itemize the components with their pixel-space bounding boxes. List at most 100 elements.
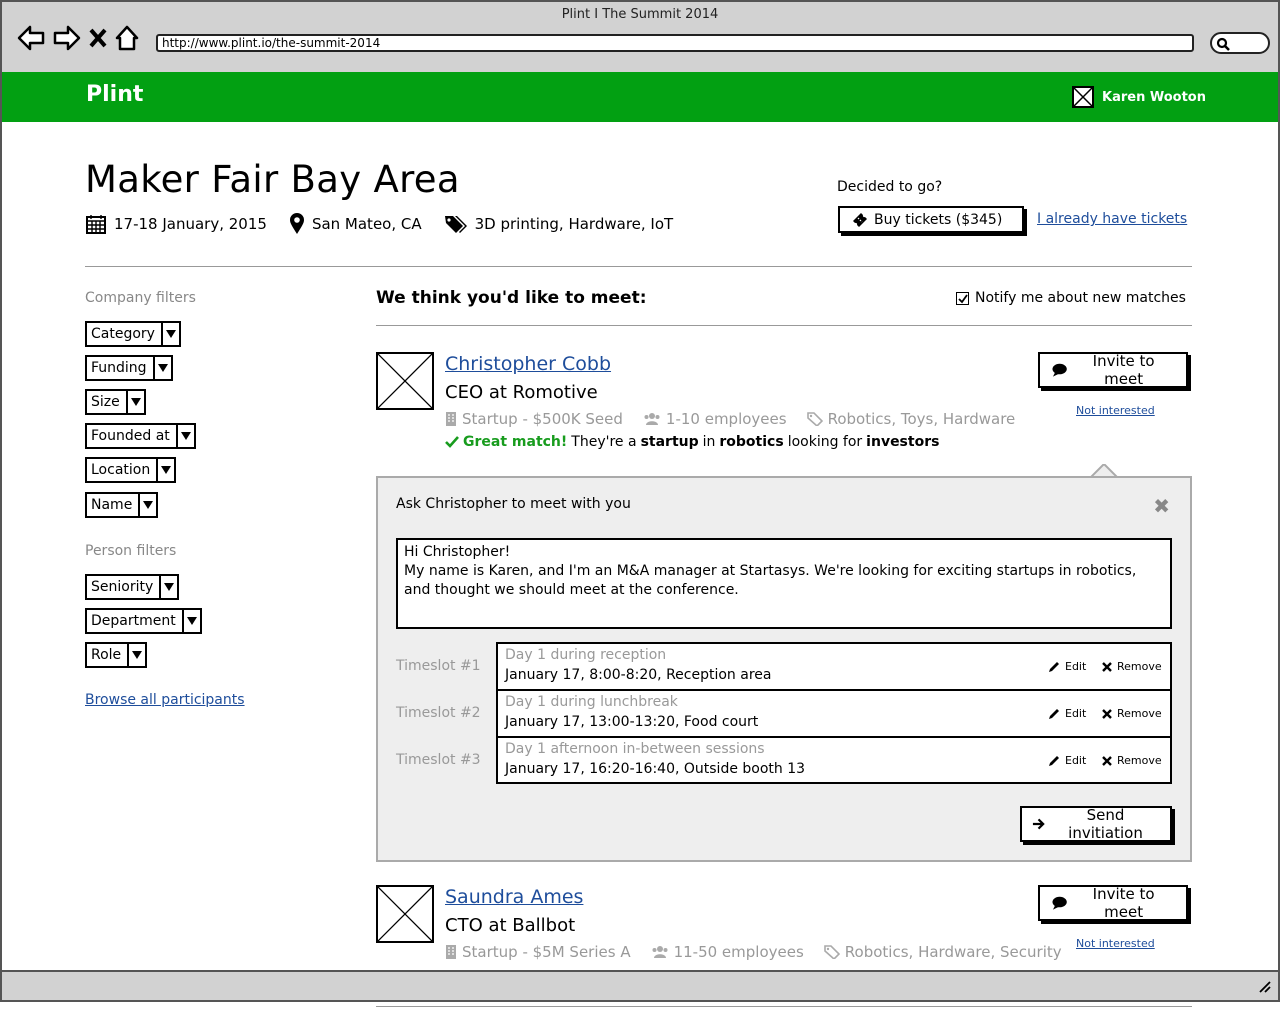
timeslot-label: Timeslot #3 [396,752,481,768]
filter-size-dropdown[interactable]: Size [85,389,146,415]
person-photo-placeholder [376,352,434,410]
caret-down-icon [138,494,156,516]
caret-down-icon [175,425,194,447]
remove-timeslot-button[interactable]: Remove [1102,754,1162,767]
map-pin-icon [289,213,304,234]
chat-bubble-icon [1052,896,1067,910]
checkbox[interactable] [956,291,969,305]
edit-timeslot-button[interactable]: Edit [1048,754,1086,767]
close-icon [1102,755,1112,766]
remove-timeslot-button[interactable]: Remove [1102,660,1162,673]
users-icon [644,413,660,425]
timeslot-table: Day 1 during reception January 17, 8:00-… [496,642,1172,784]
user-name: Karen Wooton [1102,89,1206,105]
browser-status-bar [0,970,1280,1002]
caret-down-icon [156,459,174,481]
invite-message-textarea[interactable]: Hi Christopher! My name is Karen, and I'… [396,538,1172,629]
timeslot-row: Day 1 afternoon in-between sessions Janu… [505,741,1162,777]
window-title: Plint I The Summit 2014 [561,7,719,22]
divider [376,325,1192,326]
arrow-right-icon [1032,818,1045,830]
calendar-icon [86,215,106,234]
brand-logo[interactable]: Plint [86,82,143,107]
close-icon[interactable]: ✖ [1153,494,1170,518]
edit-timeslot-button[interactable]: Edit [1048,707,1086,720]
caret-down-icon [159,576,177,598]
company-info: Startup - $5M Series A [445,943,631,961]
caret-down-icon [127,644,145,666]
resize-grip-icon[interactable] [1256,978,1272,994]
forward-icon[interactable] [52,24,82,52]
industry-tags: Robotics, Toys, Hardware [806,410,1015,428]
person-filters-heading: Person filters [85,543,177,559]
send-invitation-button[interactable]: Send invitiation [1020,806,1172,842]
timeslot-label: Timeslot #1 [396,658,481,674]
user-menu[interactable]: Karen Wooton [1072,86,1206,108]
invite-to-meet-button[interactable]: Invite to meet [1038,885,1188,921]
filter-department-dropdown[interactable]: Department [85,608,202,634]
back-icon[interactable] [16,24,46,52]
search-icon [1216,37,1230,51]
notify-matches-checkbox[interactable]: Notify me about new matches [956,290,1186,306]
person-meta: Startup - $500K Seed 1-10 employees Robo… [445,410,1035,428]
person-name-link[interactable]: Christopher Cobb [445,353,611,375]
invite-to-meet-button[interactable]: Invite to meet [1038,352,1188,388]
not-interested-link[interactable]: Not interested [1076,937,1155,950]
filter-founded-dropdown[interactable]: Founded at [85,423,196,449]
browse-all-participants-link[interactable]: Browse all participants [85,692,245,708]
already-have-tickets-link[interactable]: I already have tickets [1037,211,1187,227]
tags-icon [823,945,840,959]
company-info: Startup - $500K Seed [445,410,623,428]
ticket-icon [853,212,867,227]
filter-name-dropdown[interactable]: Name [85,492,159,518]
decided-label: Decided to go? [837,179,943,195]
filter-role-dropdown[interactable]: Role [85,642,148,668]
avatar [1072,86,1094,108]
app-header: Plint Karen Wooton [2,72,1278,122]
chat-bubble-icon [1052,363,1067,377]
image-placeholder-icon [377,353,433,409]
pencil-icon [1049,755,1059,766]
person-meta: Startup - $5M Series A 11-50 employees R… [445,943,1082,961]
divider [376,1006,1192,1007]
not-interested-link[interactable]: Not interested [1076,404,1155,417]
event-tags: 3D printing, Hardware, IoT [444,214,673,234]
remove-timeslot-button[interactable]: Remove [1102,707,1162,720]
filter-funding-dropdown[interactable]: Funding [85,355,173,381]
company-filters-heading: Company filters [85,290,196,306]
timeslot-label: Timeslot #2 [396,705,481,721]
pencil-icon [1049,661,1059,672]
filter-seniority-dropdown[interactable]: Seniority [85,574,180,600]
building-icon [446,412,456,426]
invite-panel: Ask Christopher to meet with you ✖ Hi Ch… [376,476,1192,862]
event-meta: 17-18 January, 2015 San Mateo, CA 3D pri… [85,213,695,235]
browser-search[interactable] [1210,32,1270,54]
matches-heading: We think you'd like to meet: [376,288,647,308]
checkmark-icon [958,293,968,303]
stop-icon[interactable] [88,24,108,52]
page-title: Maker Fair Bay Area [85,158,460,201]
close-icon [1102,661,1112,672]
caret-down-icon [160,323,179,345]
person-role: CTO at Ballbot [445,915,576,936]
person-role: CEO at Romotive [445,382,598,403]
browser-chrome: Plint I The Summit 2014 http://www.plint… [0,0,1280,72]
filter-location-dropdown[interactable]: Location [85,457,177,483]
person-name-link[interactable]: Saundra Ames [445,886,583,908]
match-reason: Great match! They're a startup in roboti… [445,434,939,450]
home-icon[interactable] [114,24,140,52]
timeslot-row: Day 1 during lunchbreak January 17, 13:0… [498,691,1170,738]
buy-tickets-button[interactable]: Buy tickets ($345) [838,206,1024,233]
divider [85,266,1192,267]
caret-down-icon [181,610,200,632]
filter-category-dropdown[interactable]: Category [85,321,181,347]
person-photo-placeholder [376,885,434,943]
close-icon [1102,708,1112,719]
employee-count: 1-10 employees [643,410,787,428]
check-icon [445,436,459,448]
industry-tags: Robotics, Hardware, Security [823,943,1062,961]
url-bar[interactable]: http://www.plint.io/the-summit-2014 [156,34,1194,52]
edit-timeslot-button[interactable]: Edit [1048,660,1086,673]
employee-count: 11-50 employees [651,943,804,961]
event-date: 17-18 January, 2015 [85,213,267,235]
